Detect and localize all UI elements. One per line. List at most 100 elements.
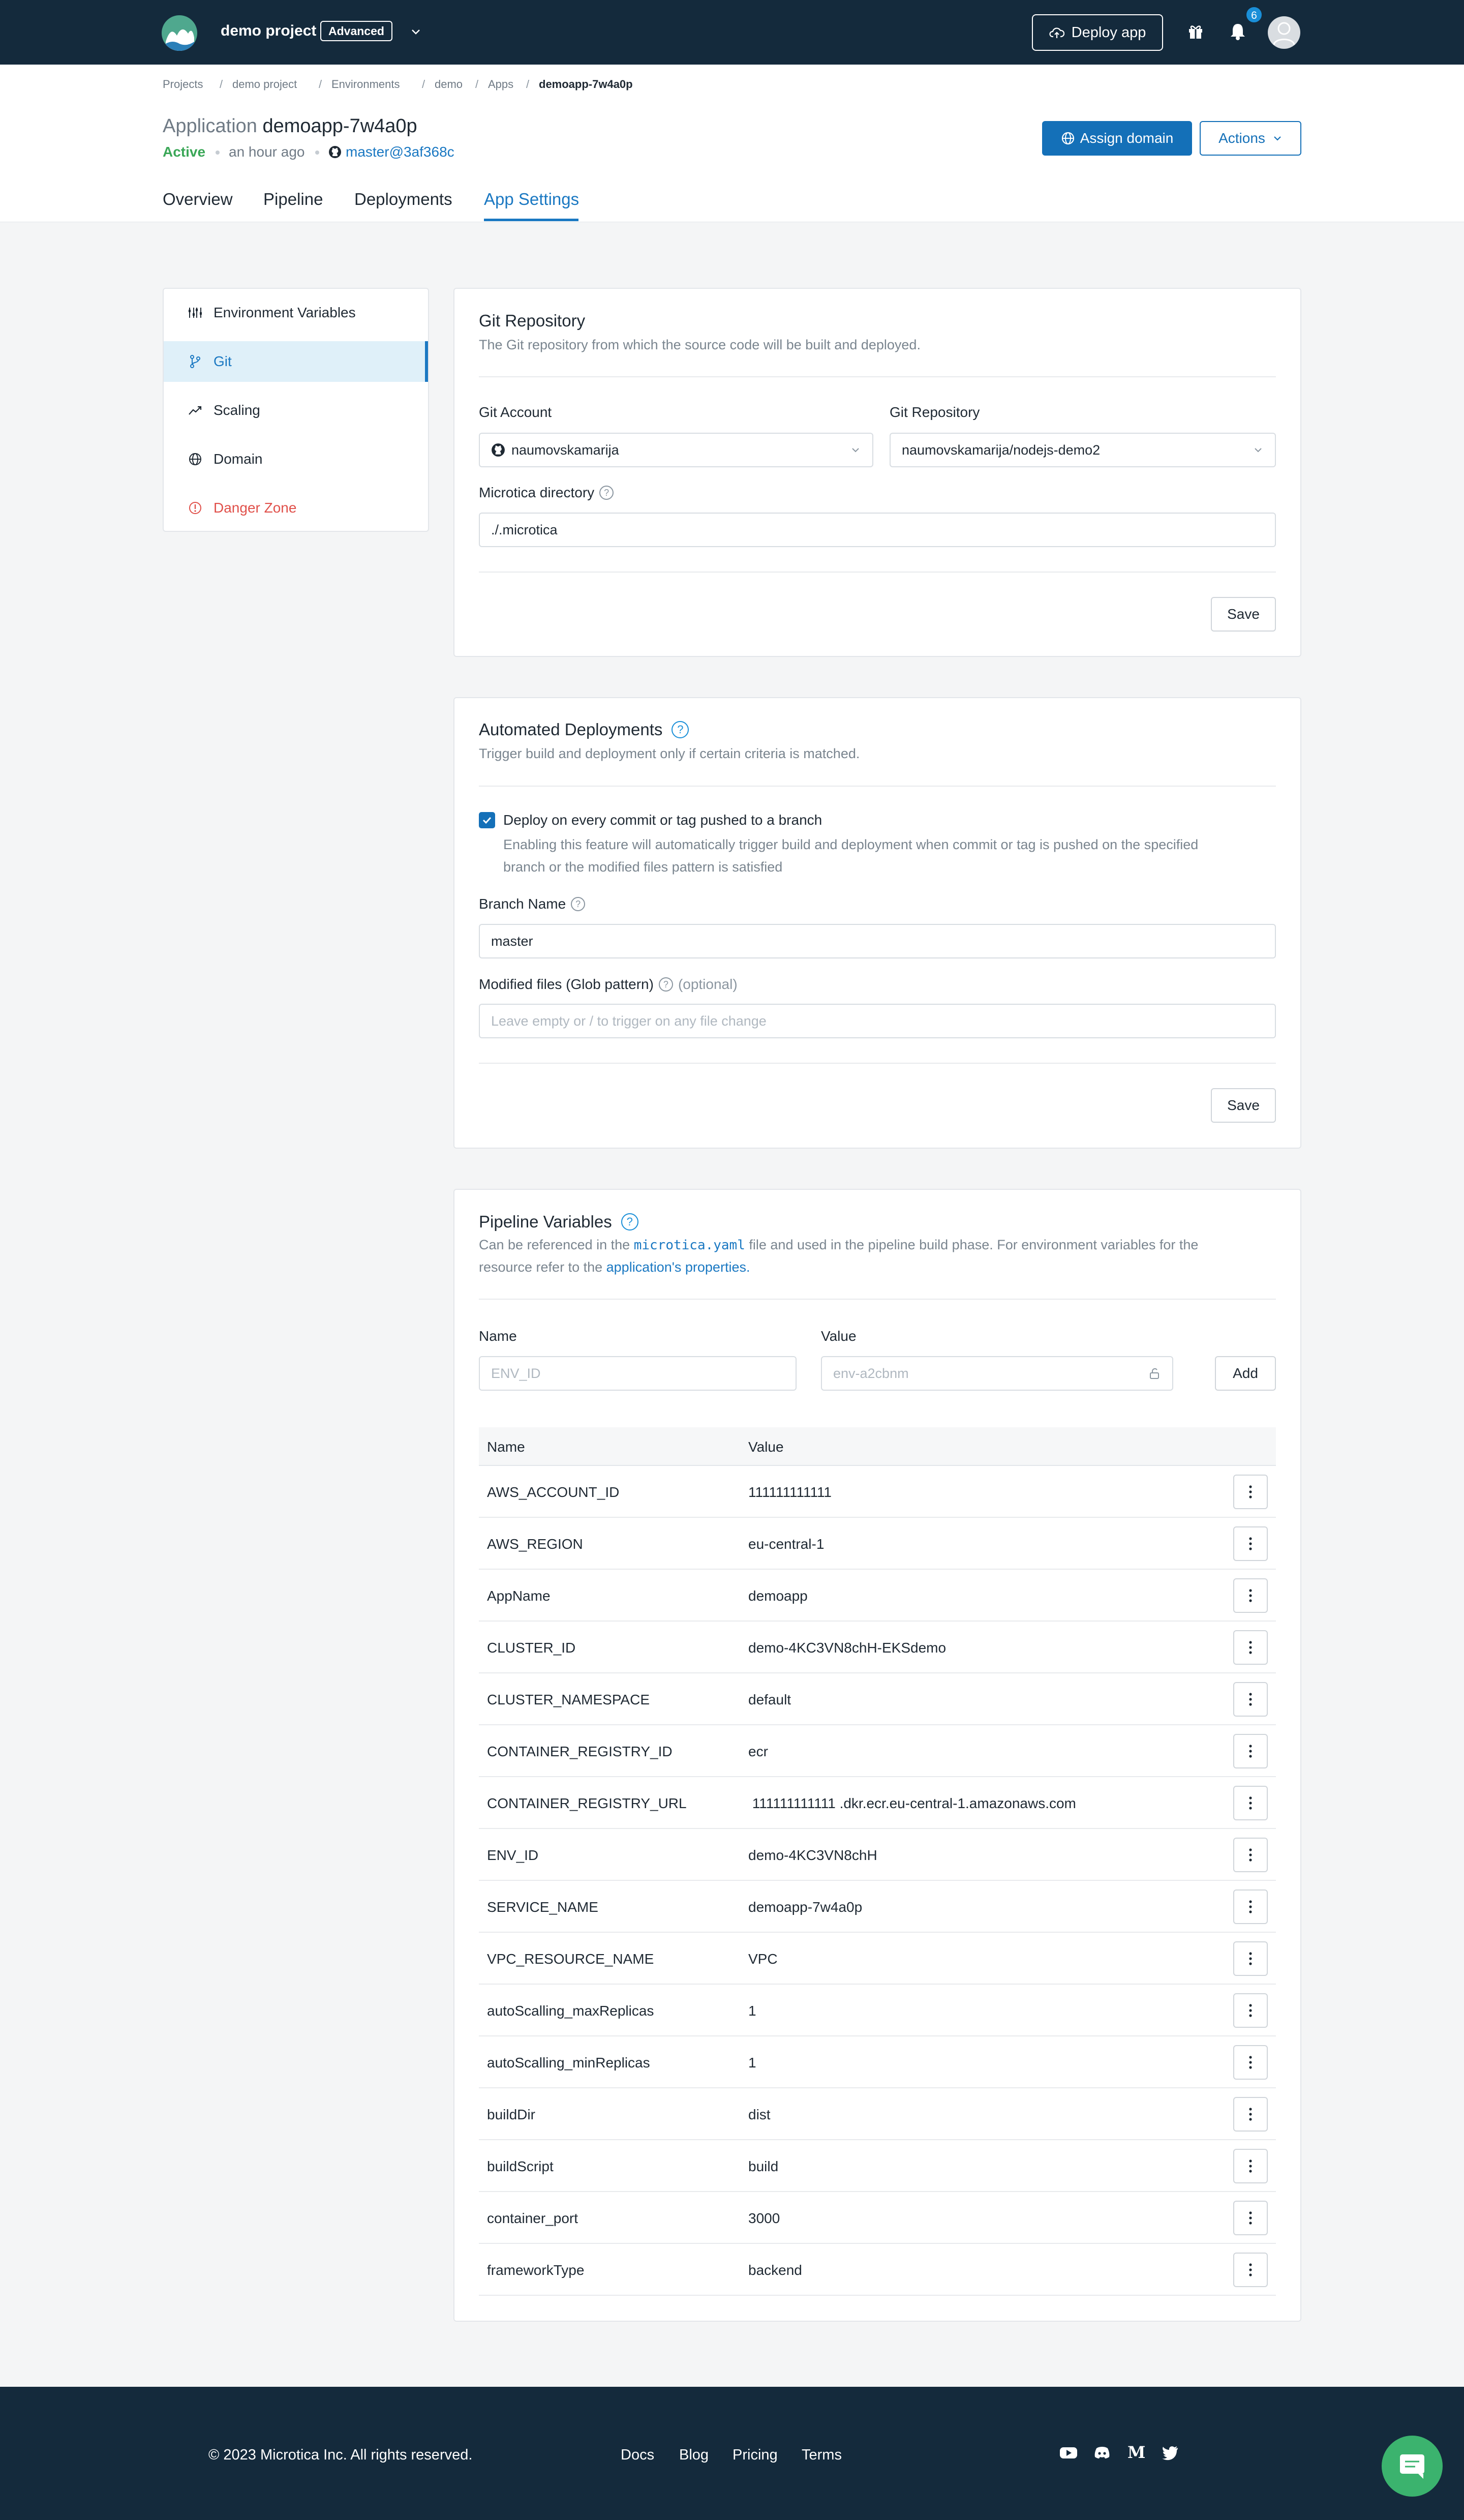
variable-name-input[interactable]: ENV_ID [479,1356,797,1391]
unlock-icon[interactable] [1148,1367,1161,1380]
discord-icon[interactable] [1093,2444,1111,2461]
variable-name-cell: frameworkType [487,2262,585,2278]
row-menu-button[interactable] [1233,1889,1268,1924]
sidebar-item-scaling[interactable]: Scaling [164,390,428,431]
sidebar-item-domain[interactable]: Domain [164,439,428,479]
microtica-logo[interactable] [162,15,197,51]
user-avatar[interactable] [1268,16,1300,49]
footer-link-terms[interactable]: Terms [802,2447,842,2464]
app-name: demoapp-7w4a0p [262,115,417,137]
row-menu-button[interactable] [1233,2097,1268,2132]
row-menu-button[interactable] [1233,1630,1268,1665]
more-vertical-icon [1248,1796,1253,1810]
row-menu-button[interactable] [1233,1786,1268,1820]
breadcrumb-separator: / [319,78,322,91]
tab-deployments[interactable]: Deployments [354,190,452,209]
breadcrumb-projects[interactable]: Projects [163,78,203,91]
deploy-on-commit-checkbox[interactable] [479,812,495,828]
branch-name-label-text: Branch Name [479,896,566,912]
row-menu-button[interactable] [1233,1578,1268,1613]
medium-icon[interactable]: M [1127,2443,1145,2462]
glob-pattern-input[interactable]: Leave empty or / to trigger on any file … [479,1004,1276,1038]
variable-value-cell: 3000 [748,2210,780,2226]
git-repository-select[interactable]: naumovskamarija/nodejs-demo2 [890,433,1276,467]
status-badge: Active [163,144,206,160]
row-menu-button[interactable] [1233,1993,1268,2028]
variable-name-cell: buildScript [487,2158,554,2174]
add-variable-button[interactable]: Add [1215,1356,1276,1391]
table-row [479,2244,1276,2296]
row-menu-button[interactable] [1233,1838,1268,1872]
footer-link-blog[interactable]: Blog [679,2447,709,2464]
variable-value-cell: VPC [748,1951,778,1967]
breadcrumb-project[interactable]: demo project [232,78,297,91]
breadcrumb-apps[interactable]: Apps [488,78,513,91]
assign-domain-button[interactable]: Assign domain [1042,121,1192,156]
chat-widget-button[interactable] [1382,2436,1443,2497]
divider [479,786,1276,787]
row-menu-button[interactable] [1233,2149,1268,2183]
row-menu-button[interactable] [1233,1941,1268,1976]
deploy-on-commit-label[interactable]: Deploy on every commit or tag pushed to … [503,812,822,828]
card-title: Automated Deployments ? [479,720,689,739]
updated-time: an hour ago [229,144,305,160]
help-icon[interactable]: ? [621,1213,638,1231]
row-menu-button[interactable] [1233,1526,1268,1561]
row-menu-button[interactable] [1233,2201,1268,2235]
divider [479,1299,1276,1300]
deploy-on-commit-description-line-1: Enabling this feature will automatically… [503,837,1199,852]
gift-icon[interactable] [1187,23,1204,40]
table-row [479,2192,1276,2244]
more-vertical-icon [1248,2003,1253,2018]
deploy-app-button[interactable]: Deploy app [1032,14,1163,51]
github-icon [491,443,505,457]
breadcrumb-environment[interactable]: demo [435,78,463,91]
chevron-down-icon [1253,444,1264,456]
chevron-down-icon [850,444,861,456]
column-header-value: Value [748,1439,784,1455]
tab-pipeline[interactable]: Pipeline [263,190,323,209]
sidebar-item-git[interactable]: Git [164,341,428,382]
row-menu-button[interactable] [1233,2045,1268,2080]
tab-app-settings[interactable]: App Settings [484,190,579,209]
git-repository-value: naumovskamarija/nodejs-demo2 [902,442,1101,458]
card-title-text: Automated Deployments [479,720,663,739]
youtube-icon[interactable] [1059,2444,1078,2461]
project-name[interactable]: demo project [221,22,316,40]
sidebar-item-danger-zone[interactable]: Danger Zone [164,488,428,528]
bell-icon[interactable] [1229,22,1246,41]
plan-badge: Advanced [320,21,392,41]
row-menu-button[interactable] [1233,1682,1268,1717]
row-menu-button[interactable] [1233,2253,1268,2287]
twitter-icon[interactable] [1161,2444,1179,2461]
help-icon[interactable]: ? [672,721,689,738]
actions-dropdown[interactable]: Actions [1200,121,1301,156]
branch-name-input[interactable]: master [479,924,1276,958]
variable-value-input[interactable]: env-a2cbnm [821,1356,1173,1391]
row-menu-button[interactable] [1233,1475,1268,1509]
microtica-directory-input[interactable]: ./.microtica [479,513,1276,547]
sidebar-item-environment-variables[interactable]: Environment Variables [164,292,428,333]
branch-commit-link[interactable]: master@3af368c [328,144,454,160]
deploy-on-commit-description-line-2: branch or the modified files pattern is … [503,859,783,875]
git-account-select[interactable]: naumovskamarija [479,433,873,467]
help-icon[interactable]: ? [599,486,614,500]
application-properties-link[interactable]: application's properties. [606,1259,750,1275]
variable-name-cell: buildDir [487,2107,535,2122]
chevron-down-icon[interactable] [410,25,422,38]
more-vertical-icon [1248,1848,1253,1862]
variable-name-cell: CONTAINER_REGISTRY_ID [487,1744,673,1759]
breadcrumb-environments[interactable]: Environments [331,78,400,91]
variable-name-cell: VPC_RESOURCE_NAME [487,1951,654,1967]
variable-name-cell: AWS_ACCOUNT_ID [487,1484,620,1500]
variable-name-cell: CLUSTER_ID [487,1640,576,1656]
tab-overview[interactable]: Overview [163,190,233,209]
footer-link-pricing[interactable]: Pricing [733,2447,778,2464]
table-row [479,1518,1276,1570]
footer-link-docs[interactable]: Docs [621,2447,654,2464]
save-button[interactable]: Save [1211,1088,1276,1123]
row-menu-button[interactable] [1233,1734,1268,1768]
help-icon[interactable]: ? [658,977,673,992]
help-icon[interactable]: ? [571,897,586,911]
save-button[interactable]: Save [1211,597,1276,632]
